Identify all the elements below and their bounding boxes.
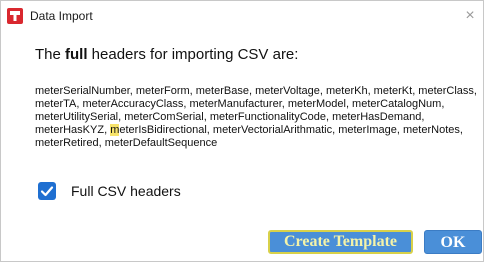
window-title: Data Import <box>30 9 93 23</box>
dialog-heading: The full headers for importing CSV are: <box>35 46 298 63</box>
app-logo-icon <box>7 8 23 24</box>
data-import-dialog: Data Import × The full headers for impor… <box>0 0 484 262</box>
full-csv-headers-label[interactable]: Full CSV headers <box>71 183 181 199</box>
heading-suffix: headers for importing CSV are: <box>87 46 299 63</box>
create-template-button[interactable]: Create Template <box>268 230 413 254</box>
headers-highlight: m <box>110 124 120 136</box>
checkmark-icon <box>40 186 54 197</box>
heading-prefix: The <box>35 46 66 63</box>
full-csv-headers-checkbox[interactable] <box>38 182 56 200</box>
ok-button[interactable]: OK <box>424 230 482 254</box>
csv-headers-list: meterSerialNumber, meterForm, meterBase,… <box>35 85 477 150</box>
close-icon[interactable]: × <box>459 5 481 27</box>
heading-bold-word: full <box>65 46 88 63</box>
title-bar: Data Import × <box>1 1 483 31</box>
